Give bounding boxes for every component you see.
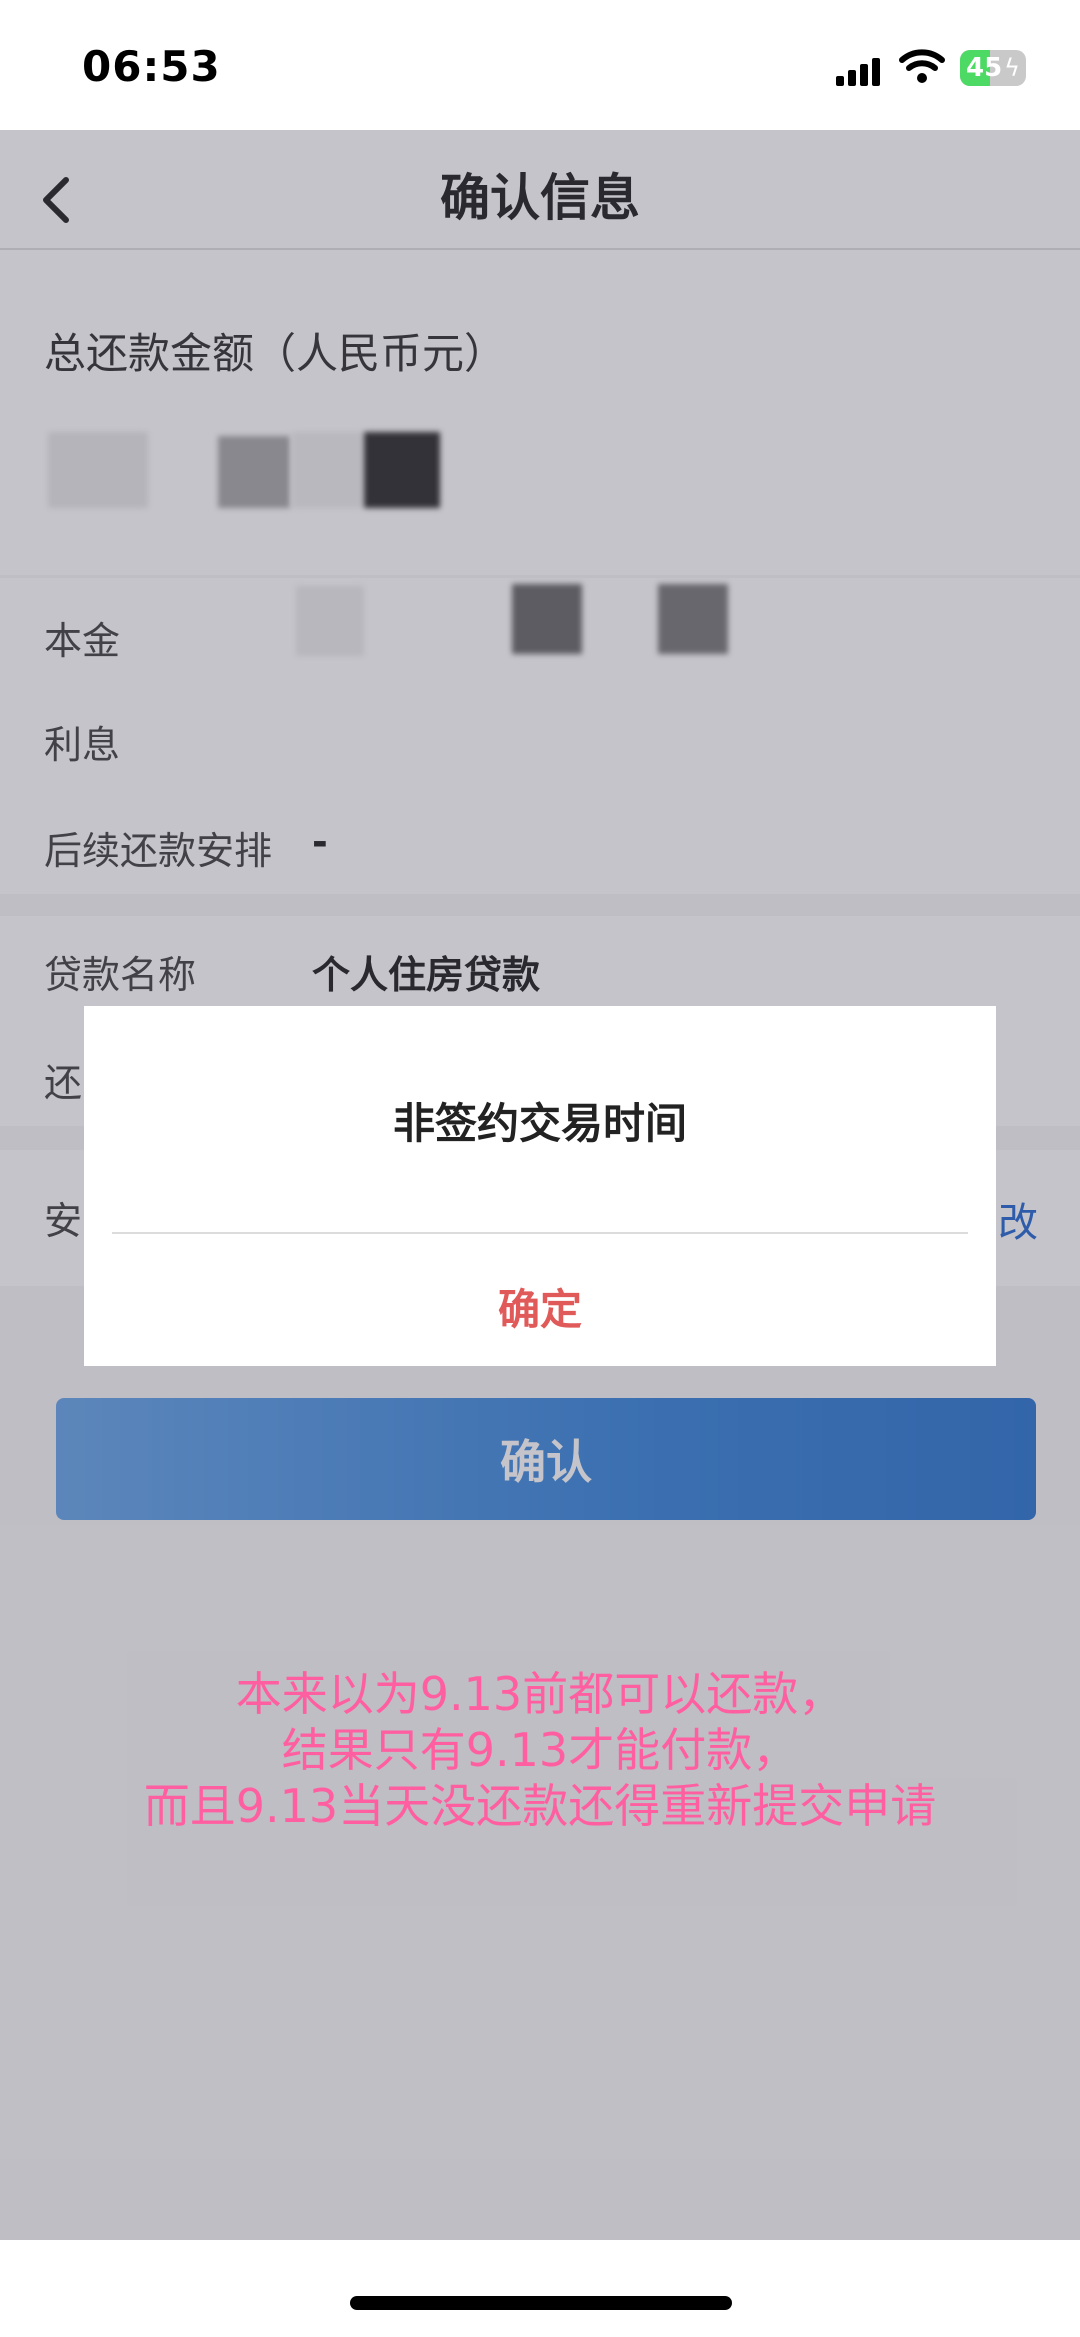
battery-percent: 45 bbox=[966, 53, 1003, 83]
alert-dialog: 非签约交易时间 确定 bbox=[84, 1006, 996, 1366]
charging-bolt-icon: ϟ bbox=[1004, 54, 1020, 82]
bottom-safe-area bbox=[0, 2240, 1080, 2337]
dialog-divider bbox=[112, 1232, 968, 1234]
annotation-line: 结果只有9.13才能付款， bbox=[281, 1723, 799, 1777]
signal-icon bbox=[836, 58, 880, 86]
dialog-ok-button[interactable]: 确定 bbox=[84, 1276, 996, 1337]
battery-icon: 45 ϟ bbox=[960, 50, 1026, 86]
annotation-line: 本来以为9.13前都可以还款， bbox=[235, 1667, 845, 1721]
annotation-line: 而且9.13当天没还款还得重新提交申请 bbox=[143, 1779, 937, 1833]
annotation-text: 本来以为9.13前都可以还款， 结果只有9.13才能付款， 而且9.13当天没还… bbox=[0, 1666, 1080, 1834]
home-indicator[interactable] bbox=[350, 2296, 732, 2310]
status-time: 06:53 bbox=[82, 42, 221, 91]
dialog-title: 非签约交易时间 bbox=[392, 1099, 687, 1148]
wifi-icon bbox=[899, 49, 945, 83]
